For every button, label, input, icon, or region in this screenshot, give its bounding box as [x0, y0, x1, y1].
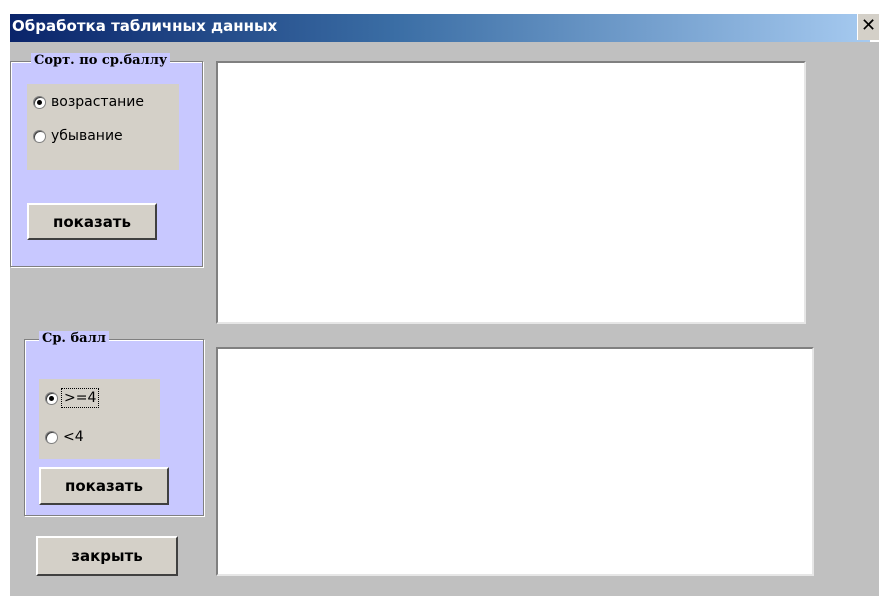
average-show-button[interactable]: показать — [39, 467, 169, 505]
title-bar[interactable]: Обработка табличных данных — [10, 14, 870, 42]
radio-ge4[interactable]: >=4 — [45, 388, 100, 408]
close-window-button[interactable]: ✕ — [857, 14, 879, 40]
sort-frame: Сорт. по ср.баллу возрастание убывание п… — [10, 53, 203, 267]
radio-descending-label: убывание — [51, 128, 123, 144]
radio-lt4-label: <4 — [63, 429, 84, 445]
radio-lt4[interactable]: <4 — [45, 429, 84, 445]
form-client-area: Сорт. по ср.баллу возрастание убывание п… — [10, 42, 879, 596]
average-options-panel: >=4 <4 — [39, 379, 160, 459]
sort-options-panel: возрастание убывание — [27, 84, 179, 170]
radio-lt4-indicator[interactable] — [45, 430, 58, 444]
app-window: Обработка табличных данных ✕ Сорт. по ср… — [0, 0, 879, 596]
average-frame: Ср. балл >=4 <4 показать — [24, 331, 204, 516]
average-frame-legend: Ср. балл — [39, 331, 109, 346]
radio-ascending-indicator[interactable] — [33, 95, 46, 109]
radio-descending[interactable]: убывание — [33, 128, 123, 144]
sorted-results-listbox[interactable] — [216, 61, 806, 324]
radio-ge4-indicator[interactable] — [45, 391, 58, 405]
window-title: Обработка табличных данных — [12, 17, 278, 35]
radio-descending-indicator[interactable] — [33, 129, 46, 143]
sort-frame-legend: Сорт. по ср.баллу — [31, 53, 171, 68]
close-form-button[interactable]: закрыть — [36, 536, 178, 576]
filtered-results-listbox[interactable] — [216, 347, 814, 576]
sort-show-button[interactable]: показать — [27, 203, 157, 240]
radio-ascending[interactable]: возрастание — [33, 94, 144, 110]
close-icon: ✕ — [860, 15, 877, 36]
radio-ascending-label: возрастание — [51, 94, 145, 110]
radio-ge4-label: >=4 — [60, 388, 100, 408]
